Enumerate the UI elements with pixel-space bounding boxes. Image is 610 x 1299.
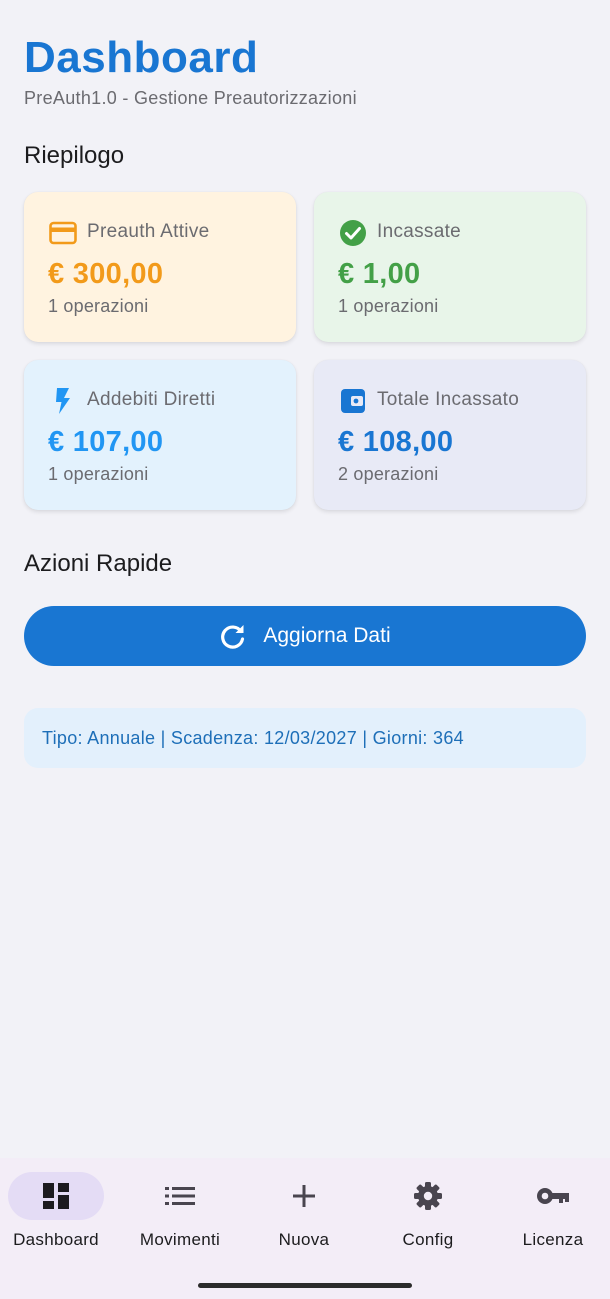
- card-label: Totale Incassato: [377, 389, 520, 410]
- wallet-icon: [338, 386, 368, 416]
- quick-actions-title: Azioni Rapide: [24, 550, 173, 577]
- nav-item-nuova[interactable]: Nuova: [243, 1172, 365, 1262]
- card-count: 1 operazioni: [338, 296, 439, 316]
- nav-icon-container: [256, 1172, 352, 1220]
- nav-item-licenza[interactable]: Licenza: [492, 1172, 610, 1262]
- header: Dashboard PreAuth1.0 - Gestione Preautor…: [24, 32, 357, 109]
- card-amount: € 1,00: [338, 258, 421, 290]
- list-icon: [165, 1185, 195, 1207]
- nav-label: Licenza: [522, 1230, 584, 1249]
- card-amount: € 107,00: [48, 426, 164, 458]
- dashboard-screen: Dashboard PreAuth1.0 - Gestione Preautor…: [0, 0, 610, 1299]
- nav-label: Nuova: [278, 1230, 330, 1249]
- nav-label: Config: [402, 1230, 454, 1249]
- nav-icon-container: [132, 1172, 228, 1220]
- card-count: 1 operazioni: [48, 464, 149, 484]
- card-amount: € 108,00: [338, 426, 454, 458]
- nav-item-movimenti[interactable]: Movimenti: [119, 1172, 241, 1262]
- card-count: 2 operazioni: [338, 464, 439, 484]
- card-count: 1 operazioni: [48, 296, 149, 316]
- total-collected-card: Totale Incassato € 108,00 2 operazioni: [314, 360, 586, 510]
- gear-icon: [413, 1181, 443, 1211]
- plus-icon: [292, 1184, 316, 1208]
- collected-card: Incassate € 1,00 1 operazioni: [314, 192, 586, 342]
- page-title: Dashboard: [24, 33, 259, 82]
- nav-item-config[interactable]: Config: [367, 1172, 489, 1262]
- nav-icon-container: [380, 1172, 476, 1220]
- flash-icon: [48, 386, 78, 416]
- nav-active-indicator: [8, 1172, 104, 1220]
- nav-icon-container: [505, 1172, 601, 1220]
- direct-debits-card: Addebiti Diretti € 107,00 1 operazioni: [24, 360, 296, 510]
- refresh-icon: [219, 622, 247, 650]
- license-info-banner: Tipo: Annuale | Scadenza: 12/03/2027 | G…: [24, 708, 586, 768]
- nav-label: Dashboard: [13, 1230, 99, 1249]
- card-amount: € 300,00: [48, 258, 164, 290]
- preauth-active-card: Preauth Attive € 300,00 1 operazioni: [24, 192, 296, 342]
- summary-section-title: Riepilogo: [24, 142, 125, 169]
- card-label: Addebiti Diretti: [87, 389, 216, 410]
- refresh-data-label: Aggiorna Dati: [263, 624, 391, 647]
- key-icon: [536, 1186, 570, 1206]
- page-subtitle: PreAuth1.0 - Gestione Preautorizzazioni: [24, 88, 357, 108]
- home-indicator[interactable]: [198, 1283, 412, 1288]
- card-label: Incassate: [377, 221, 462, 242]
- nav-item-dashboard[interactable]: Dashboard: [0, 1172, 117, 1262]
- refresh-data-button[interactable]: Aggiorna Dati: [24, 606, 586, 666]
- check-circle-icon: [338, 218, 368, 248]
- credit-card-icon: [48, 218, 78, 248]
- dashboard-icon: [42, 1182, 70, 1210]
- card-label: Preauth Attive: [87, 221, 210, 242]
- bottom-navigation: Dashboard Movimenti Nuova Config Licenza: [0, 1158, 610, 1299]
- nav-label: Movimenti: [139, 1230, 221, 1249]
